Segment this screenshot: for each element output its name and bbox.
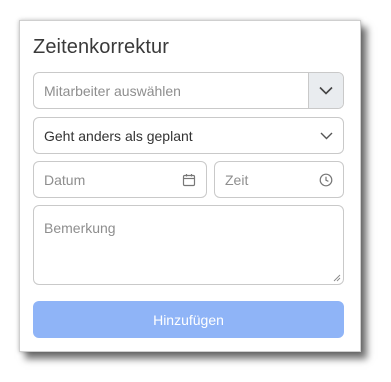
correction-type-select[interactable]: Geht anders als geplant [33, 117, 344, 154]
correction-type-value: Geht anders als geplant [44, 127, 193, 144]
remark-textarea[interactable]: Bemerkung [33, 205, 344, 285]
clock-icon[interactable] [319, 173, 333, 187]
date-input[interactable]: Datum [33, 161, 207, 198]
date-placeholder: Datum [44, 171, 86, 188]
employee-select[interactable]: Mitarbeiter auswählen [33, 72, 344, 109]
employee-select-placeholder: Mitarbeiter auswählen [44, 82, 181, 99]
remark-placeholder: Bemerkung [44, 220, 116, 236]
employee-dropdown-button[interactable] [308, 73, 343, 108]
time-placeholder: Zeit [225, 171, 249, 188]
time-input[interactable]: Zeit [214, 161, 344, 198]
form-title: Zeitenkorrektur [33, 36, 169, 58]
time-correction-panel: Zeitenkorrektur Mitarbeiter auswählen Ge… [19, 20, 361, 352]
chevron-down-icon [320, 132, 333, 139]
calendar-icon[interactable] [182, 173, 196, 187]
resize-handle-icon[interactable] [333, 274, 341, 282]
add-button[interactable]: Hinzufügen [33, 301, 344, 338]
chevron-down-icon [319, 86, 333, 95]
